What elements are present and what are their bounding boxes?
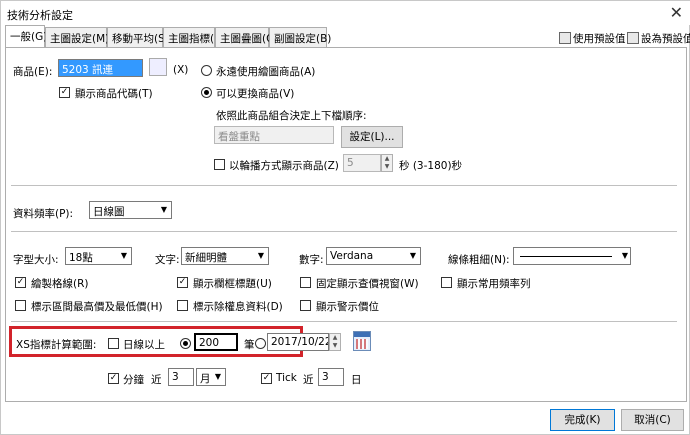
product-label: 商品(E): bbox=[13, 66, 53, 78]
product-picker-icon[interactable] bbox=[149, 58, 167, 76]
bars-radio[interactable] bbox=[180, 338, 191, 349]
line-sample bbox=[520, 256, 612, 257]
line-width-select[interactable]: ▼ bbox=[513, 247, 631, 265]
divider-1 bbox=[11, 185, 677, 186]
date-spinner[interactable]: ▲ ▼ bbox=[329, 333, 341, 351]
number-font-value: Verdana bbox=[330, 250, 374, 262]
date-input[interactable]: 2017/10/22 bbox=[267, 333, 329, 351]
minute-unit-select[interactable]: 月 ▼ bbox=[196, 368, 226, 386]
always-original-label: 永遠使用繪圖商品(A) bbox=[216, 66, 316, 78]
chevron-down-icon: ▼ bbox=[214, 372, 222, 381]
text-font-value: 新細明體 bbox=[185, 252, 227, 264]
number-font-select[interactable]: Verdana ▼ bbox=[326, 247, 421, 265]
draw-grid-label: 繪製格線(R) bbox=[31, 278, 89, 290]
chevron-down-icon: ▼ bbox=[257, 251, 265, 260]
show-common-freq-label: 顯示常用頻率列 bbox=[457, 278, 531, 290]
clear-label[interactable]: (X) bbox=[173, 64, 188, 76]
set-default-button[interactable]: 設為預設值 bbox=[627, 31, 690, 46]
tab-moving-average[interactable]: 移動平均(S) bbox=[107, 27, 169, 48]
show-grid-title-checkbox[interactable]: ✓ bbox=[177, 277, 188, 288]
tick-label: Tick bbox=[276, 372, 297, 384]
show-code-checkbox[interactable]: ✓ bbox=[59, 87, 70, 98]
tick-checkbox[interactable]: ✓ bbox=[261, 373, 272, 384]
date-radio[interactable] bbox=[255, 338, 266, 349]
text-font-select[interactable]: 新細明體 ▼ bbox=[181, 247, 269, 265]
minute-value-input[interactable]: 3 bbox=[168, 368, 194, 386]
daily-above-checkbox[interactable] bbox=[108, 338, 119, 349]
bars-unit-label: 筆 bbox=[244, 339, 255, 351]
rotate-unit-label: 秒 (3-180)秒 bbox=[399, 160, 463, 172]
setup-button[interactable]: 設定(L)... bbox=[341, 126, 403, 148]
divider-2 bbox=[11, 231, 677, 232]
save-default-icon bbox=[627, 32, 639, 44]
tab-main-chart[interactable]: 主圖設定(M) bbox=[45, 27, 109, 48]
chevron-down-icon: ▼ bbox=[160, 205, 168, 214]
number-font-label: 數字: bbox=[299, 254, 324, 266]
rotate-label: 以輪播方式顯示商品(Z) bbox=[229, 160, 339, 172]
show-common-freq-checkbox[interactable] bbox=[441, 277, 452, 288]
chevron-down-icon: ▼ bbox=[409, 251, 417, 260]
use-default-label: 使用預設值 bbox=[573, 33, 626, 45]
frequency-select[interactable]: 日線圖 ▼ bbox=[89, 201, 172, 219]
fixed-price-window-checkbox[interactable] bbox=[300, 277, 311, 288]
line-width-label: 線條粗細(N): bbox=[448, 254, 510, 266]
fixed-price-window-label: 固定顯示查價視窗(W) bbox=[316, 278, 419, 290]
calendar-grid bbox=[356, 339, 368, 349]
use-default-button[interactable]: 使用預設值 bbox=[559, 31, 626, 46]
show-alert-price-label: 顯示警示價位 bbox=[316, 301, 379, 313]
title-bar: 技術分析設定 ✕ bbox=[1, 1, 690, 25]
frequency-label: 資料頻率(P): bbox=[13, 208, 74, 220]
changeable-label: 可以更換商品(V) bbox=[216, 88, 295, 100]
tab-main-overlay[interactable]: 主圖疊圖(O) bbox=[215, 27, 278, 48]
mark-high-low-checkbox[interactable] bbox=[15, 300, 26, 311]
always-original-radio[interactable] bbox=[201, 65, 212, 76]
tick-unit-label: 日 bbox=[351, 374, 362, 386]
default-icon bbox=[559, 32, 571, 44]
minute-unit-value: 月 bbox=[200, 373, 211, 385]
show-grid-title-label: 顯示欄框標題(U) bbox=[193, 278, 272, 290]
chevron-down-icon: ▼ bbox=[120, 251, 128, 260]
settings-dialog: 技術分析設定 ✕ 一般(G) 主圖設定(M) 移動平均(S) 主圖指標(I) 主… bbox=[0, 0, 690, 435]
chevron-down-icon: ▼ bbox=[621, 251, 628, 260]
cancel-button[interactable]: 取消(C) bbox=[621, 409, 684, 431]
font-size-label: 字型大小: bbox=[13, 254, 59, 266]
divider-3 bbox=[11, 321, 677, 322]
text-font-label: 文字: bbox=[155, 254, 180, 266]
changeable-radio[interactable] bbox=[201, 87, 212, 98]
order-hint: 依照此商品組合決定上下檔順序: bbox=[216, 110, 367, 122]
mark-high-low-label: 標示區間最高價及最低價(H) bbox=[31, 301, 163, 313]
tick-near-label: 近 bbox=[303, 374, 314, 386]
ok-button[interactable]: 完成(K) bbox=[550, 409, 615, 431]
tick-value-input[interactable]: 3 bbox=[318, 368, 344, 386]
set-default-label: 設為預設值 bbox=[641, 33, 690, 45]
mark-ex-rights-checkbox[interactable] bbox=[177, 300, 188, 311]
font-size-value: 18點 bbox=[69, 252, 93, 264]
tab-main-indicator[interactable]: 主圖指標(I) bbox=[163, 27, 221, 48]
font-size-select[interactable]: 18點 ▼ bbox=[65, 247, 132, 265]
tab-sub-chart[interactable]: 副圖設定(B) bbox=[269, 27, 331, 48]
show-alert-price-checkbox[interactable] bbox=[300, 300, 311, 311]
calendar-icon[interactable] bbox=[353, 331, 371, 351]
close-icon[interactable]: ✕ bbox=[670, 3, 683, 22]
group-input[interactable]: 看盤重點 bbox=[214, 126, 334, 144]
bars-input[interactable]: 200 bbox=[194, 333, 238, 351]
minute-label: 分鐘 bbox=[123, 374, 144, 386]
tab-general[interactable]: 一般(G) bbox=[5, 25, 47, 49]
minute-checkbox[interactable]: ✓ bbox=[108, 373, 119, 384]
minute-near-label: 近 bbox=[151, 374, 162, 386]
mark-ex-rights-label: 標示除權息資料(D) bbox=[193, 301, 283, 313]
xs-range-label: XS指標計算範圍: bbox=[16, 339, 97, 351]
window-title: 技術分析設定 bbox=[7, 9, 73, 22]
rotate-seconds-input[interactable]: 5 bbox=[343, 154, 381, 172]
daily-above-label: 日線以上 bbox=[123, 339, 165, 351]
rotate-spinner[interactable]: ▲ ▼ bbox=[381, 154, 393, 172]
calendar-header bbox=[354, 332, 370, 337]
show-code-label: 顯示商品代碼(T) bbox=[75, 88, 153, 100]
product-input[interactable]: 5203 訊連 bbox=[58, 59, 143, 77]
frequency-value: 日線圖 bbox=[93, 206, 125, 218]
rotate-checkbox[interactable] bbox=[214, 159, 225, 170]
draw-grid-checkbox[interactable]: ✓ bbox=[15, 277, 26, 288]
